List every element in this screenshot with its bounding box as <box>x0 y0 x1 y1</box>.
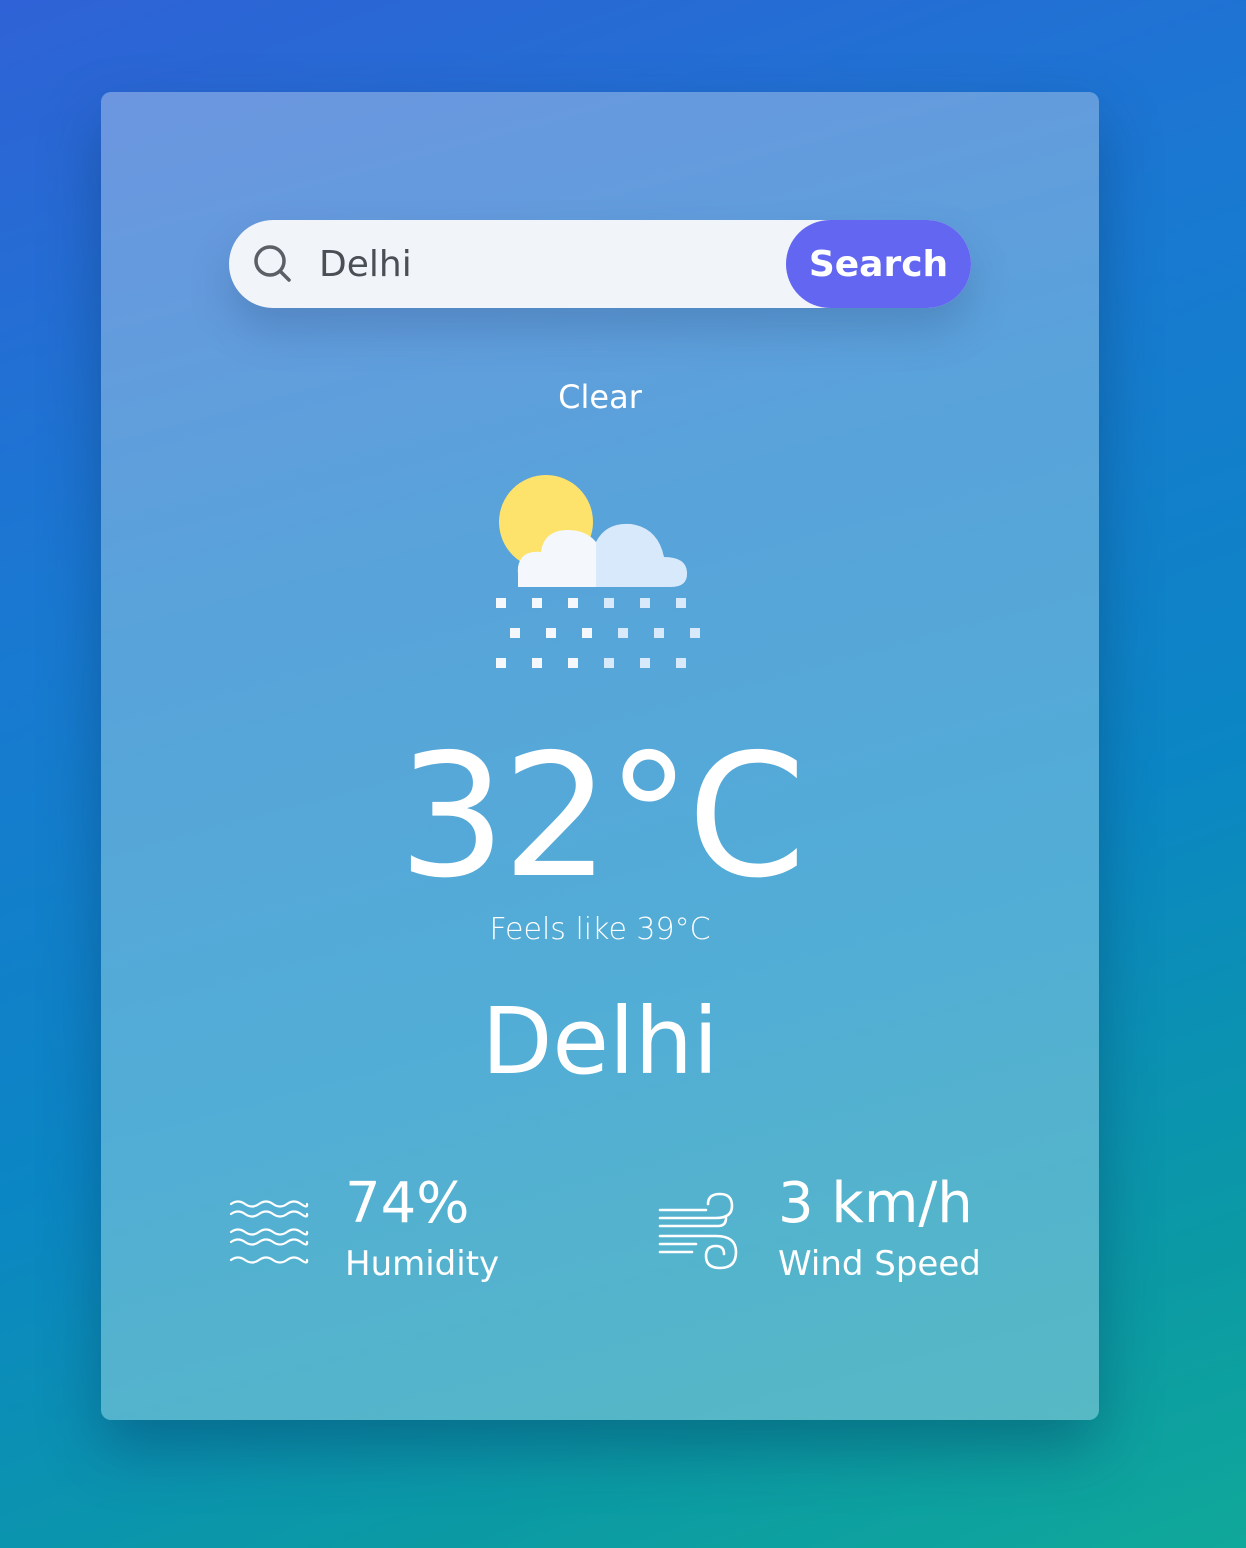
search-icon <box>254 245 291 282</box>
humidity-waves-icon <box>229 1200 309 1264</box>
humidity-label: Humidity <box>345 1244 500 1284</box>
search-button[interactable]: Search <box>786 220 971 308</box>
weather-condition: Clear <box>558 378 642 416</box>
city-name: Delhi <box>481 988 719 1095</box>
search-input[interactable] <box>319 234 759 294</box>
wind-value: 3 km/h <box>778 1171 973 1236</box>
humidity-value: 74% <box>345 1171 470 1236</box>
wind-label: Wind Speed <box>778 1244 981 1284</box>
feels-like: Feels like 39°C <box>489 912 711 947</box>
search-bar: Search <box>229 220 971 308</box>
humidity-stat: 74% Humidity <box>227 1172 527 1292</box>
wind-icon <box>658 1192 738 1270</box>
wind-stat: 3 km/h Wind Speed <box>656 1172 996 1292</box>
partly-cloudy-snow-icon <box>496 475 700 668</box>
temperature: 32°C <box>397 718 806 916</box>
weather-card: Search Clear <box>101 92 1099 1420</box>
